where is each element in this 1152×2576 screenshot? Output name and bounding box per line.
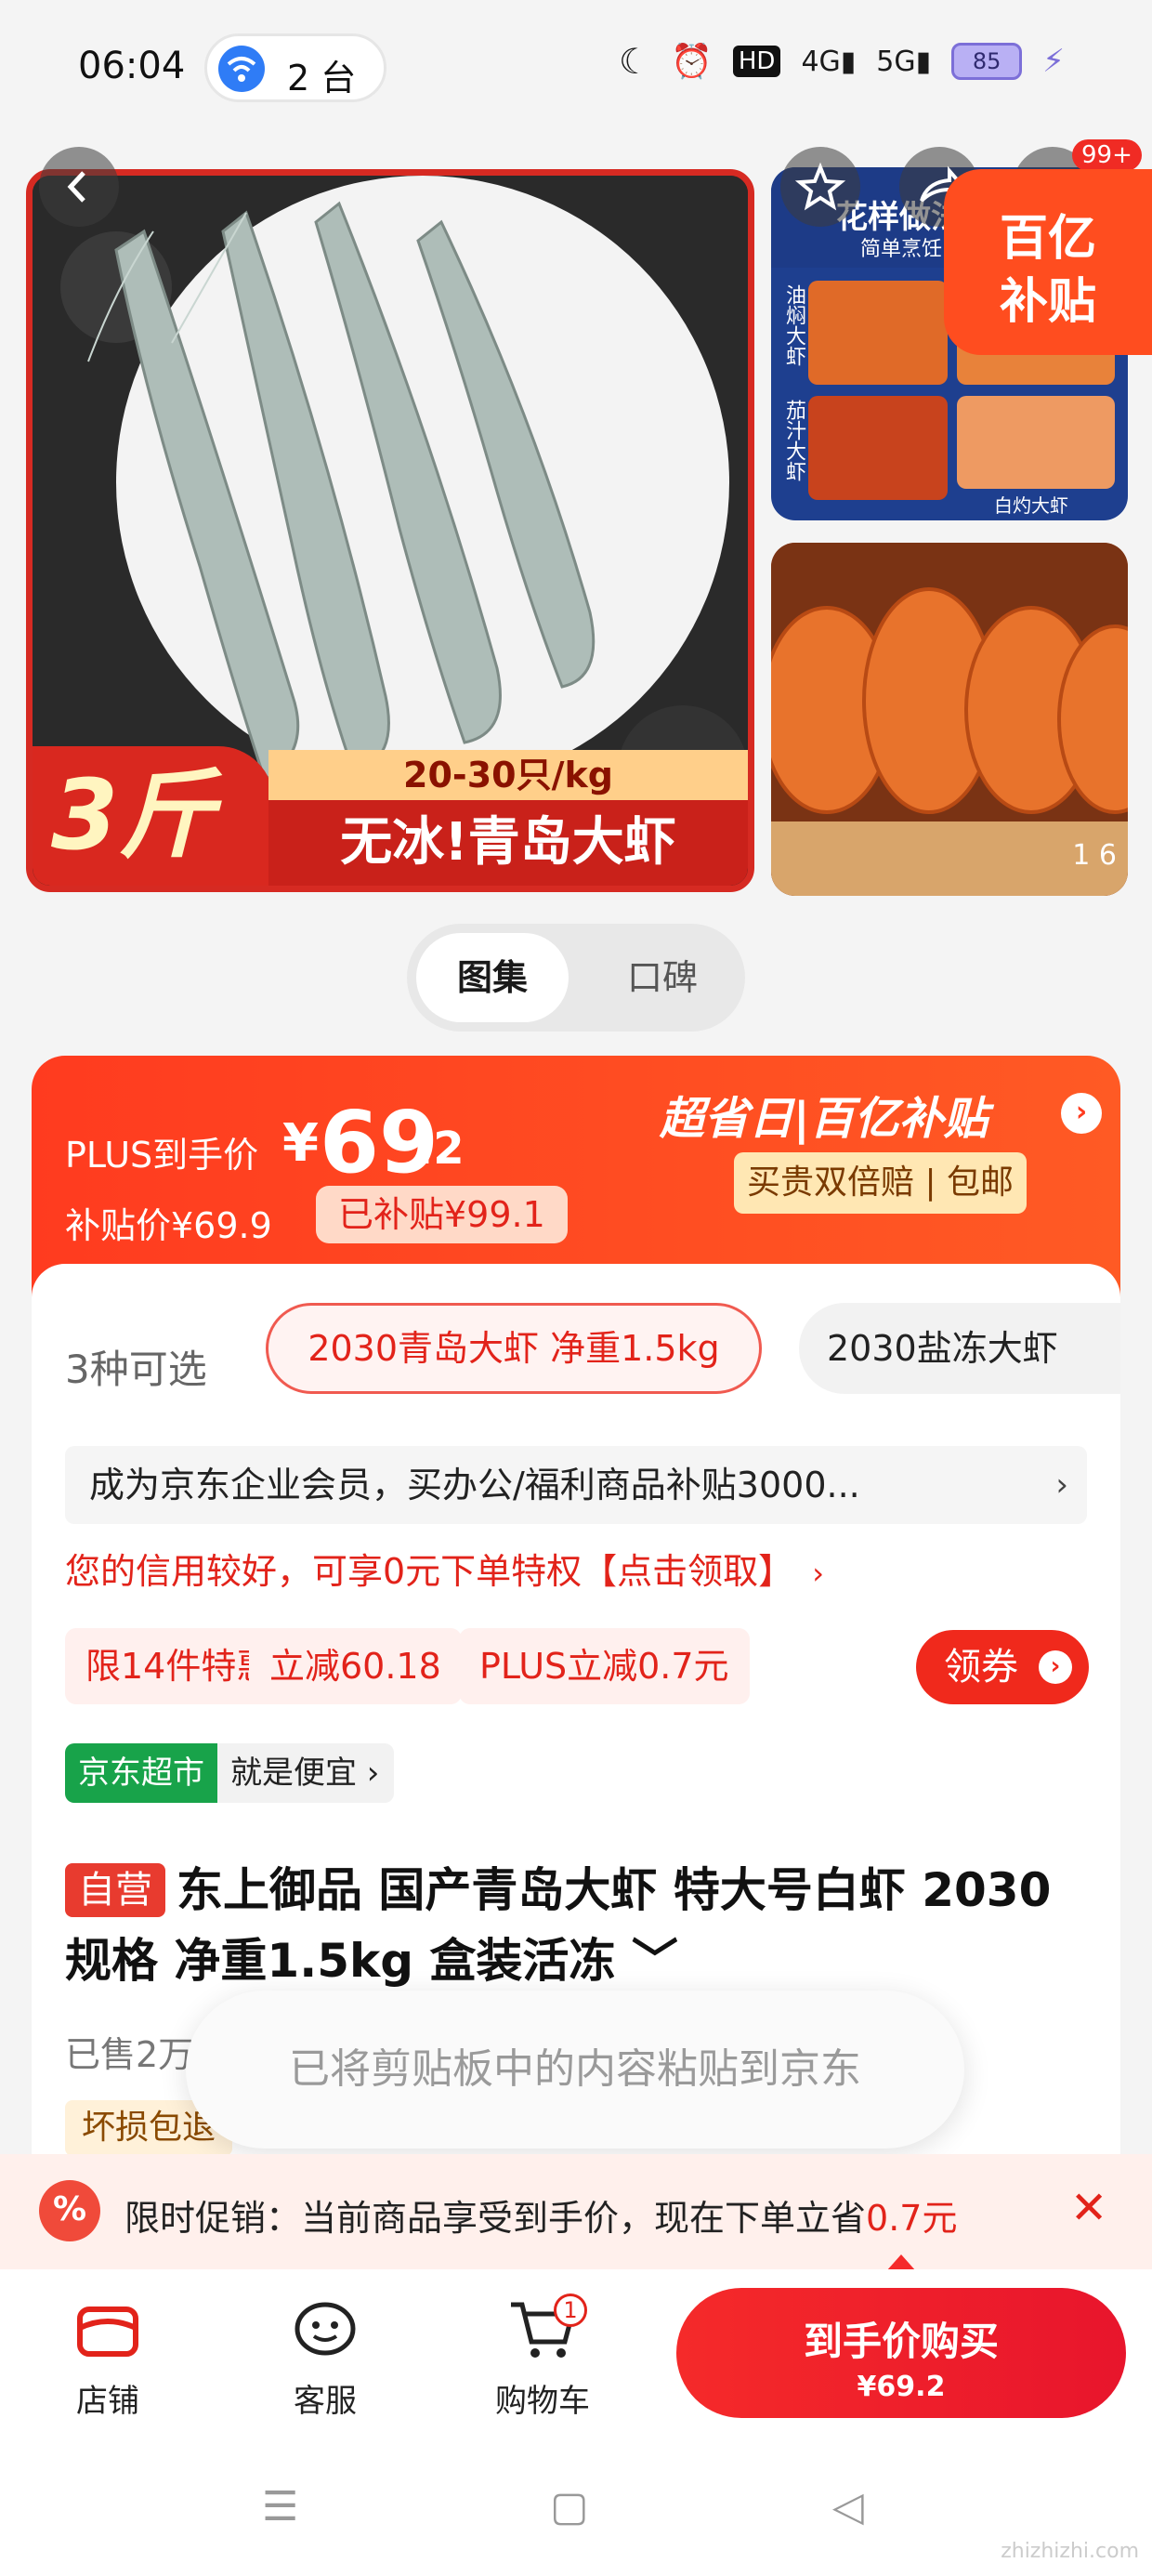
currency-symbol: ¥ <box>282 1113 319 1174</box>
product-title-text: 东上御品 国产青岛大虾 特大号白虾 2030规格 净重1.5kg 盒装活冻 ﹀ <box>65 1863 1052 1988</box>
wifi-icon <box>218 46 265 92</box>
promo-chip[interactable]: 立减60.18 <box>249 1628 462 1704</box>
promo-bar-amount: 0.7元 <box>866 2198 958 2239</box>
shop-label: 店铺 <box>76 2383 139 2420</box>
alarm-icon: ⏰ <box>671 43 713 81</box>
buy-now-button[interactable]: 到手价购买 ¥69.2 <box>676 2288 1126 2418</box>
close-icon[interactable]: ✕ <box>1070 2182 1107 2234</box>
subsidy-tag-line1: 百亿 <box>1000 211 1097 267</box>
thumb-subheading: 简单烹饪 <box>860 238 943 261</box>
back-button[interactable] <box>39 147 119 227</box>
thumb-left-b: 茄汁大虾 <box>782 400 805 481</box>
options-count: 3种可选 <box>65 1347 207 1392</box>
buy-label: 到手价购买 <box>803 2319 999 2364</box>
product-title[interactable]: 自营 东上御品 国产青岛大虾 特大号白虾 2030规格 净重1.5kg 盒装活冻 … <box>65 1855 1087 1996</box>
member-banner[interactable]: 成为京东企业会员，买办公/福利商品补贴3000... › <box>65 1446 1087 1524</box>
subsidy-brand[interactable]: 超省日|百亿补贴 <box>660 1082 988 1147</box>
customer-service-button[interactable]: 客服 <box>260 2292 390 2421</box>
chevron-right-icon: › <box>1055 1466 1068 1504</box>
market-slogan: 就是便宜 › <box>230 1755 380 1792</box>
shop-button[interactable]: 店铺 <box>43 2292 173 2421</box>
percent-icon: % <box>39 2180 100 2241</box>
promo-bar-text: 限时促销：当前商品享受到手价，现在下单立省0.7元 <box>124 2189 957 2241</box>
promo-bar[interactable]: % 限时促销：当前商品享受到手价，现在下单立省0.7元 ✕ <box>0 2154 1152 2269</box>
promo-bar-message: 限时促销：当前商品享受到手价，现在下单立省 <box>124 2198 867 2239</box>
member-banner-text: 成为京东企业会员，买办公/福利商品补贴3000... <box>89 1465 860 1505</box>
clipboard-toast: 已将剪贴板中的内容粘贴到京东 <box>186 1991 964 2149</box>
hd-icon: HD <box>732 46 781 77</box>
signal-5g-icon: 5G▮ <box>876 45 932 78</box>
credit-text: 您的信用较好，可享0元下单特权【点击领取】 <box>65 1551 794 1592</box>
status-bar: 06:04 2 台 ☾ ⏰ HD 4G▮ 5G▮ 85 ⚡ <box>0 0 1152 139</box>
coupon-label: 领券 <box>944 1646 1018 1689</box>
sold-count: 已售2万 <box>65 2034 194 2075</box>
tab-gallery[interactable]: 图集 <box>416 933 569 1022</box>
cart-count-badge: 1 <box>554 2293 587 2327</box>
main-product-image[interactable]: 3斤 20-30只/kg 无冰!青岛大虾 <box>26 169 754 892</box>
spec-label: 20-30只/kg <box>268 750 748 800</box>
status-time: 06:04 <box>78 45 186 87</box>
gallery-segment-control[interactable]: 图集 口碑 <box>407 924 745 1032</box>
charging-icon: ⚡ <box>1042 43 1065 80</box>
menu-icon[interactable]: ☰ <box>262 2483 298 2530</box>
option-other[interactable]: 2030盐冻大虾 <box>799 1303 1120 1394</box>
credit-offer[interactable]: 您的信用较好，可享0元下单特权【点击领取】 › <box>65 1543 824 1594</box>
thumb-bottom-label: 白灼大虾 <box>994 494 1068 517</box>
subsidy-tag-line2: 补贴 <box>1000 274 1097 330</box>
guarantee-badge: 买贵双倍赔 | 包邮 <box>734 1152 1028 1214</box>
watermark: zhizhizhi.com <box>1001 2540 1139 2563</box>
store-icon <box>77 2307 138 2357</box>
home-icon[interactable]: ▢ <box>550 2483 589 2530</box>
image-caption-band: 3斤 20-30只/kg 无冰!青岛大虾 <box>33 746 748 886</box>
price-decimal: .2 <box>416 1123 465 1175</box>
cart-button[interactable]: 1 购物车 <box>478 2292 608 2421</box>
thumb-left-a: 油焖大虾 <box>782 284 805 366</box>
price-card: PLUS到手价 ¥ 69 .2 补贴价¥69.9 已补贴¥99.1 超省日|百亿… <box>32 1056 1120 1297</box>
favorite-button[interactable] <box>780 147 860 227</box>
buy-price: ¥69.2 <box>857 2371 946 2403</box>
device-pill[interactable]: 2 台 <box>204 33 386 102</box>
battery-icon: 85 <box>951 43 1023 80</box>
promo-chip[interactable]: PLUS立减0.7元 <box>459 1628 750 1704</box>
jd-supermarket-tag[interactable]: 京东超市 就是便宜 › <box>65 1743 395 1803</box>
subsidized-badge: 已补贴¥99.1 <box>316 1186 568 1243</box>
moon-icon: ☾ <box>618 41 651 82</box>
tab-reviews[interactable]: 口碑 <box>593 933 732 1022</box>
subsidy-price: 补贴价¥69.9 <box>65 1205 272 1246</box>
image-title-label: 无冰!青岛大虾 <box>268 800 748 886</box>
thumbnail-cooked[interactable]: 1 6 <box>771 543 1128 896</box>
back-nav-icon[interactable]: ◁ <box>832 2483 864 2530</box>
service-label: 客服 <box>294 2383 357 2420</box>
market-brand: 京东超市 <box>65 1743 217 1803</box>
self-operated-badge: 自营 <box>65 1863 165 1917</box>
gallery-counter: 1 6 <box>1072 839 1117 872</box>
bottom-action-bar: 店铺 客服 1 购物车 到手价购买 ¥69.2 <box>0 2269 1152 2446</box>
device-count: 2 台 <box>287 58 357 99</box>
system-nav-bar: ☰ ▢ ◁ zhizhizhi.com <box>0 2446 1152 2576</box>
chevron-right-icon: › <box>1039 1650 1072 1684</box>
option-selected[interactable]: 2030青岛大虾 净重1.5kg <box>266 1303 762 1394</box>
service-face-icon <box>295 2302 356 2356</box>
star-icon <box>794 162 846 211</box>
plus-price-label: PLUS到手价 <box>65 1135 259 1176</box>
subsidy-tag[interactable]: 百亿 补贴 <box>944 169 1152 355</box>
chevron-right-icon: › <box>812 1556 824 1591</box>
notification-badge: 99+ <box>1072 139 1142 171</box>
chevron-right-icon[interactable]: › <box>1061 1093 1102 1134</box>
cart-label: 购物车 <box>495 2383 590 2420</box>
signal-4g-icon: 4G▮ <box>801 45 857 78</box>
chevron-left-icon <box>67 171 85 203</box>
weight-label: 3斤 <box>51 758 216 872</box>
get-coupon-button[interactable]: 领券 › <box>916 1630 1089 1704</box>
